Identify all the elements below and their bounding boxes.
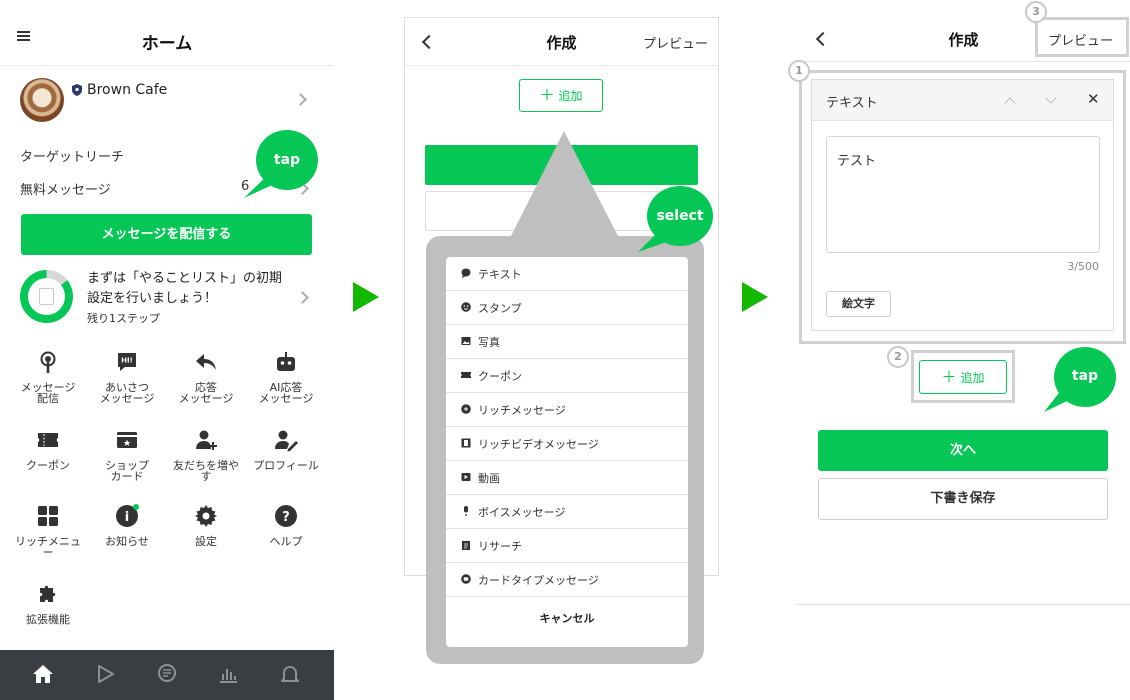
info-icon: i: [116, 504, 139, 527]
menu-item[interactable]: リッチビデオメッセージ: [446, 427, 688, 461]
menu-item[interactable]: カードタイプメッセージ: [446, 563, 688, 597]
feature-grid-label: お知らせ: [105, 535, 149, 548]
chat-icon[interactable]: [156, 663, 178, 685]
feature-grid-label: プロフィール: [253, 459, 319, 472]
play-icon[interactable]: [94, 663, 116, 685]
icon-badge-text: i: [125, 510, 129, 525]
menu-item[interactable]: テキスト: [446, 257, 688, 291]
rich-message-icon: [461, 404, 471, 414]
checklist-icon: [39, 288, 54, 305]
menu-item-label: 動画: [478, 472, 500, 485]
speech-bubble-icon: [461, 268, 471, 278]
message-text-input[interactable]: テスト: [826, 136, 1100, 253]
menu-item-label: スタンプ: [478, 302, 522, 315]
menu-item[interactable]: クーポン: [446, 359, 688, 393]
feature-grid-label: 設定: [195, 535, 217, 548]
emoji-button[interactable]: 絵文字: [826, 291, 891, 317]
extension-puzzle-icon: [40, 585, 56, 602]
feature-grid-label: ヘルプ: [269, 535, 303, 548]
chevron-right-icon: [296, 291, 309, 304]
notification-bell-icon[interactable]: [279, 663, 301, 685]
todo-remaining: 残り1ステップ: [87, 312, 160, 325]
feature-grid-label: す: [200, 470, 212, 483]
close-icon[interactable]: ✕: [1087, 90, 1100, 108]
icon-badge-text: HI!: [121, 357, 133, 365]
marker-2: 2: [887, 346, 909, 368]
cancel-button[interactable]: キャンセル: [446, 610, 688, 626]
clipboard-icon: [462, 541, 470, 550]
icon-badge-text: ?: [282, 510, 290, 525]
add-friend-icon: [196, 430, 217, 450]
menu-item-label: カードタイプメッセージ: [478, 574, 599, 587]
menu-item-label: クーポン: [478, 370, 522, 383]
menu-item[interactable]: 動画: [446, 461, 688, 495]
feature-grid-label: カード: [110, 470, 144, 483]
rich-menu-icon: [38, 506, 58, 526]
microphone-icon: [464, 506, 468, 516]
add-button[interactable]: ＋追加: [919, 360, 1007, 394]
menu-item-label: ボイスメッセージ: [478, 506, 566, 519]
feature-grid-label: メッセージ: [258, 392, 314, 405]
home-icon[interactable]: [32, 663, 54, 685]
step-arrow-icon: [353, 282, 379, 312]
settings-gear-icon: [195, 505, 217, 527]
feature-grid-label: 拡張機能: [26, 613, 70, 626]
marker-3: 3: [1025, 1, 1047, 23]
coupon-icon: [38, 433, 58, 447]
video-play-icon: [461, 473, 471, 481]
bottom-tab-bar: [0, 650, 334, 700]
add-button-label: 追加: [960, 371, 985, 385]
help-icon: ?: [275, 505, 297, 527]
film-icon: [461, 438, 471, 448]
step-arrow-icon: [742, 282, 768, 312]
message-type-sheet: テキストスタンプ写真クーポンリッチメッセージリッチビデオメッセージ 動画ボイスメッ…: [446, 257, 688, 647]
feature-grid-label: クーポン: [26, 459, 70, 472]
text-message-card: テキスト ✕ テスト 3/500 絵文字: [811, 79, 1114, 331]
card-header: テキスト ✕: [812, 80, 1113, 121]
card-title: テキスト: [826, 96, 878, 111]
photo-icon: [461, 337, 471, 345]
feature-grid-label: 配信: [37, 392, 59, 405]
marker-1: 1: [788, 60, 810, 82]
menu-item-label: リッチビデオメッセージ: [478, 438, 599, 451]
menu-item[interactable]: スタンプ: [446, 291, 688, 325]
shop-card-icon: [117, 432, 137, 448]
menu-item-label: テキスト: [478, 268, 522, 281]
robot-icon: [277, 352, 295, 371]
todo-text: まずは「やることリスト」の初期設定を行いましょう！: [87, 271, 283, 306]
card-icon: [461, 574, 471, 584]
feature-grid-label: メッセージ: [178, 392, 234, 405]
menu-item[interactable]: リッチメッセージ: [446, 393, 688, 427]
todo-list-card[interactable]: まずは「やることリスト」の初期設定を行いましょう！ 残り1ステップ: [0, 268, 334, 330]
menu-item-label: リサーチ: [478, 540, 522, 553]
coupon-icon: [461, 372, 471, 378]
profile-edit-icon: [275, 430, 298, 452]
menu-item[interactable]: リサーチ: [446, 529, 688, 563]
broadcast-icon: [40, 351, 56, 373]
analytics-icon[interactable]: [217, 663, 239, 685]
menu-item[interactable]: 写真: [446, 325, 688, 359]
menu-item[interactable]: ボイスメッセージ: [446, 495, 688, 529]
smiley-icon: [461, 302, 471, 312]
feature-grid-label: メッセージ: [99, 392, 155, 405]
plus-icon: ＋: [941, 368, 957, 386]
menu-item-label: 写真: [478, 336, 500, 349]
move-up-icon[interactable]: [1004, 97, 1016, 109]
tap-annotation: tap: [1054, 347, 1116, 407]
menu-item-label: リッチメッセージ: [478, 404, 566, 417]
greeting-bubble-icon: HI!: [118, 353, 136, 371]
feature-grid-label: ー: [42, 546, 54, 559]
preview-highlight: [1035, 17, 1129, 57]
next-button[interactable]: 次へ: [818, 430, 1108, 471]
reply-arrow-icon: [196, 354, 216, 370]
character-counter: 3/500: [1067, 260, 1099, 273]
select-annotation: select: [647, 186, 713, 246]
move-down-icon[interactable]: [1045, 92, 1057, 104]
save-draft-button[interactable]: 下書き保存: [818, 478, 1108, 520]
